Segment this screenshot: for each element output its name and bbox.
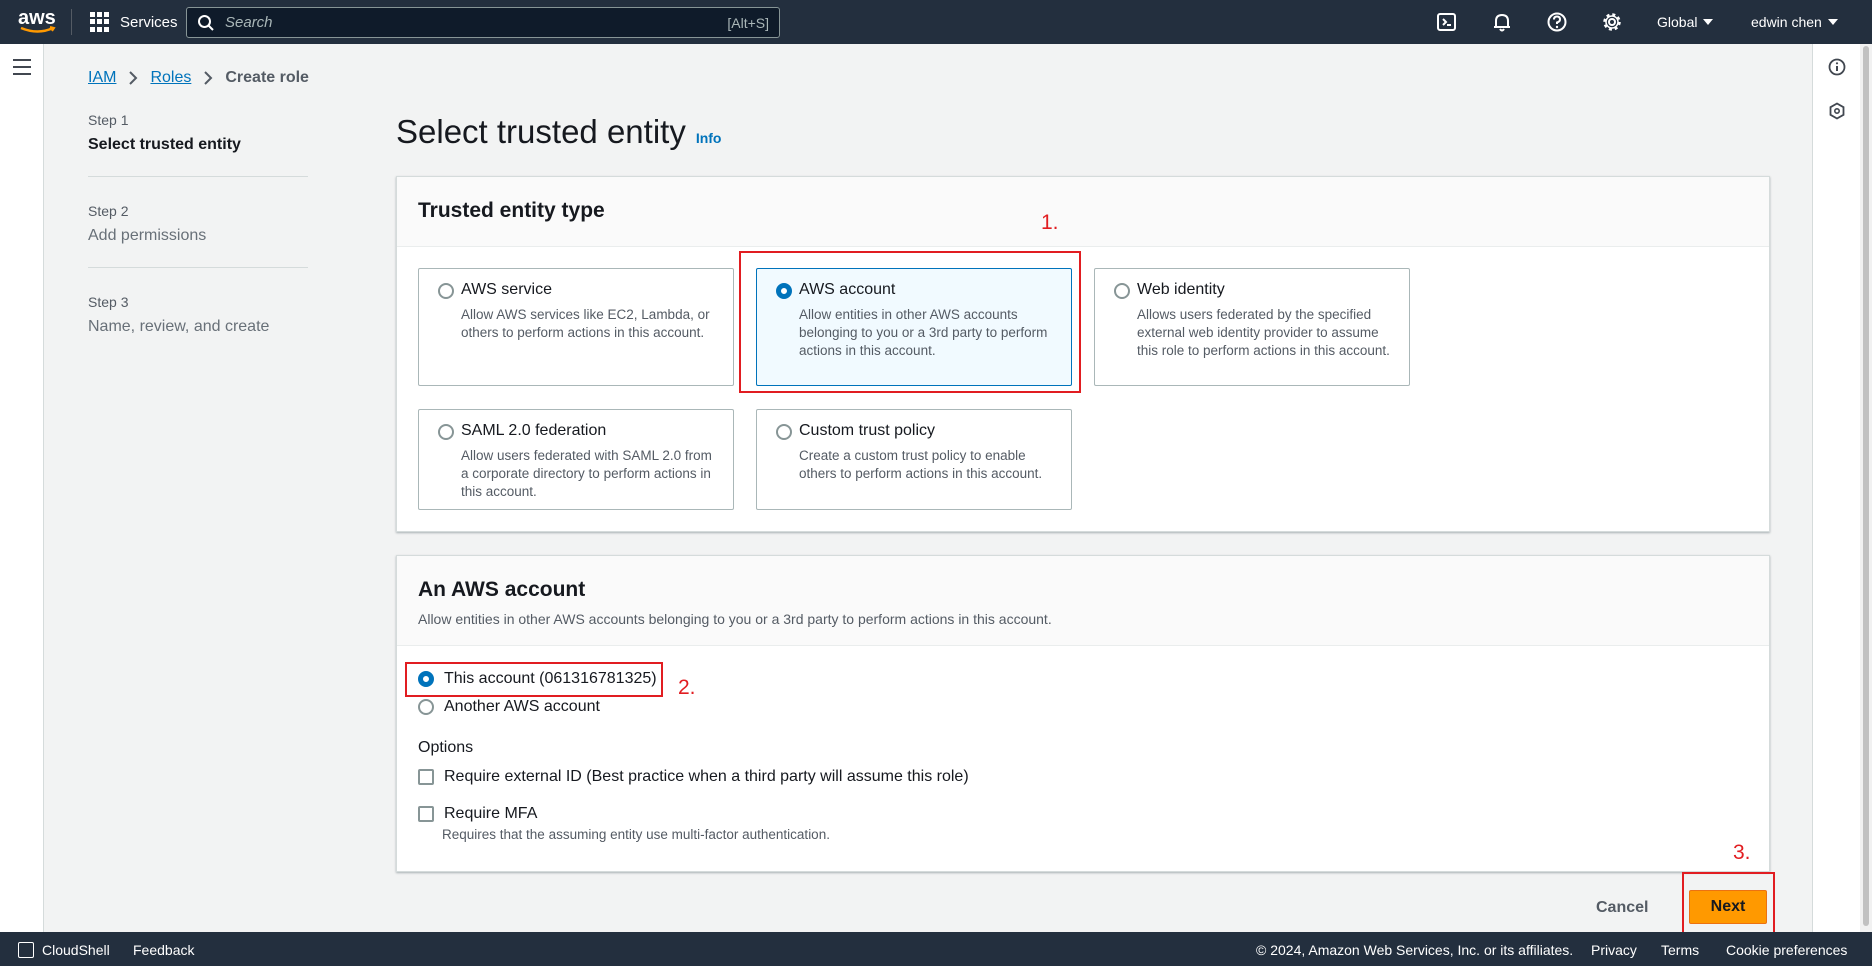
footer-cookie-preferences-link[interactable]: Cookie preferences <box>1726 942 1847 958</box>
page-scrollbar[interactable] <box>1860 44 1872 932</box>
radio-button[interactable] <box>418 699 434 715</box>
user-label: edwin chen <box>1751 14 1822 30</box>
checkbox[interactable] <box>418 769 434 785</box>
radio-button[interactable] <box>776 424 792 440</box>
annotation-box-1 <box>739 251 1081 393</box>
info-link[interactable]: Info <box>696 130 722 146</box>
radio-label: Another AWS account <box>444 698 600 715</box>
notifications-bell-icon[interactable] <box>1491 11 1513 33</box>
wizard-steps: Step 1 Select trusted entity Step 2 Add … <box>88 112 308 384</box>
top-navigation: aws Services [Alt+S] Glo <box>0 0 1872 44</box>
step-title: Select trusted entity <box>88 136 241 153</box>
nav-divider <box>71 9 72 35</box>
page-title: Select trusted entity <box>396 113 686 150</box>
mfa-description: Requires that the assuming entity use mu… <box>442 827 830 842</box>
step-title: Name, review, and create <box>88 318 270 335</box>
panel-header: An AWS account Allow entities in other A… <box>397 556 1769 646</box>
footer-privacy-link[interactable]: Privacy <box>1591 942 1637 958</box>
step-title: Add permissions <box>88 227 207 244</box>
panel-description: Allow entities in other AWS accounts bel… <box>418 611 1052 627</box>
step-number: Step 2 <box>88 203 129 219</box>
step-number: Step 1 <box>88 112 129 128</box>
cloudshell-icon[interactable] <box>1436 11 1458 33</box>
annotation-box-3 <box>1682 872 1775 934</box>
search-shortcut-hint: [Alt+S] <box>727 15 769 31</box>
tile-saml-federation[interactable]: SAML 2.0 federation Allow users federate… <box>418 409 734 510</box>
tile-title: AWS service <box>461 281 552 298</box>
settings-gear-icon[interactable] <box>1601 11 1623 33</box>
search-icon <box>198 15 214 31</box>
breadcrumb: IAM Roles Create role <box>88 69 309 87</box>
cancel-button[interactable]: Cancel <box>1596 899 1648 917</box>
annotation-label-1: 1. <box>1041 211 1059 234</box>
checkbox-label: Require MFA <box>444 805 538 822</box>
footer-cloudshell-link[interactable]: CloudShell <box>18 942 110 958</box>
tile-aws-service[interactable]: AWS service Allow AWS services like EC2,… <box>418 268 734 386</box>
step-2: Step 2 Add permissions <box>88 203 308 268</box>
breadcrumb-current: Create role <box>225 69 309 86</box>
tile-title: SAML 2.0 federation <box>461 422 607 439</box>
caret-down-icon <box>1703 19 1714 25</box>
search-box[interactable]: [Alt+S] <box>186 7 780 38</box>
tile-description: Create a custom trust policy to enable o… <box>799 448 1043 481</box>
annotation-box-2 <box>405 662 663 697</box>
chevron-right-icon <box>129 71 138 85</box>
info-panel-icon[interactable] <box>1828 58 1846 76</box>
scrollbar-thumb[interactable] <box>1863 46 1869 926</box>
region-selector[interactable]: Global <box>1657 14 1714 30</box>
step-3: Step 3 Name, review, and create <box>88 294 308 358</box>
breadcrumb-roles[interactable]: Roles <box>150 69 191 87</box>
step-number: Step 3 <box>88 294 129 310</box>
tile-web-identity[interactable]: Web identity Allows users federated by t… <box>1094 268 1410 386</box>
radio-button[interactable] <box>438 283 454 299</box>
services-menu-button[interactable]: Services <box>90 12 178 32</box>
panel-header: Trusted entity type <box>397 177 1769 247</box>
tile-title: Web identity <box>1137 281 1225 298</box>
panel-heading: An AWS account <box>418 578 586 601</box>
checkbox[interactable] <box>418 806 434 822</box>
footer-feedback-link[interactable]: Feedback <box>133 942 194 958</box>
cloudshell-icon <box>18 942 34 958</box>
annotation-label-2: 2. <box>678 676 696 699</box>
aws-smile-icon <box>20 26 56 33</box>
search-input[interactable] <box>225 11 685 34</box>
chevron-right-icon <box>204 71 213 85</box>
annotation-label-3: 3. <box>1733 841 1751 864</box>
right-side-rail <box>1812 44 1860 932</box>
tile-description: Allow users federated with SAML 2.0 from… <box>461 448 712 499</box>
hexagon-feature-icon[interactable] <box>1828 102 1846 120</box>
radio-button[interactable] <box>438 424 454 440</box>
checkbox-label: Require external ID (Best practice when … <box>444 768 969 785</box>
services-label: Services <box>120 13 178 31</box>
step-1: Step 1 Select trusted entity <box>88 112 308 177</box>
account-menu[interactable]: edwin chen <box>1751 14 1838 30</box>
checkbox-require-external-id[interactable]: Require external ID (Best practice when … <box>418 768 969 786</box>
footer-cloudshell-label: CloudShell <box>42 942 110 958</box>
caret-down-icon <box>1827 19 1838 25</box>
services-grid-icon <box>90 12 110 32</box>
options-label: Options <box>418 739 474 756</box>
footer-bar: CloudShell Feedback © 2024, Amazon Web S… <box>0 932 1872 966</box>
breadcrumb-iam[interactable]: IAM <box>88 69 116 87</box>
aws-account-panel: An AWS account Allow entities in other A… <box>396 555 1770 872</box>
panel-heading: Trusted entity type <box>418 199 605 222</box>
tile-description: Allow AWS services like EC2, Lambda, or … <box>461 307 710 340</box>
menu-hamburger-icon[interactable] <box>13 59 31 75</box>
tile-custom-trust-policy[interactable]: Custom trust policy Create a custom trus… <box>756 409 1072 510</box>
region-label: Global <box>1657 14 1698 30</box>
footer-copyright: © 2024, Amazon Web Services, Inc. or its… <box>1256 942 1574 958</box>
help-icon[interactable] <box>1546 11 1568 33</box>
page-header: Select trusted entity Info <box>396 113 721 151</box>
tile-description: Allows users federated by the specified … <box>1137 307 1390 358</box>
left-side-rail <box>0 44 44 932</box>
aws-logo[interactable]: aws <box>18 8 58 36</box>
tile-title: Custom trust policy <box>799 422 936 439</box>
radio-button[interactable] <box>1114 283 1130 299</box>
checkbox-require-mfa[interactable]: Require MFA <box>418 805 537 823</box>
footer-terms-link[interactable]: Terms <box>1661 942 1699 958</box>
radio-another-account[interactable]: Another AWS account <box>418 698 600 716</box>
